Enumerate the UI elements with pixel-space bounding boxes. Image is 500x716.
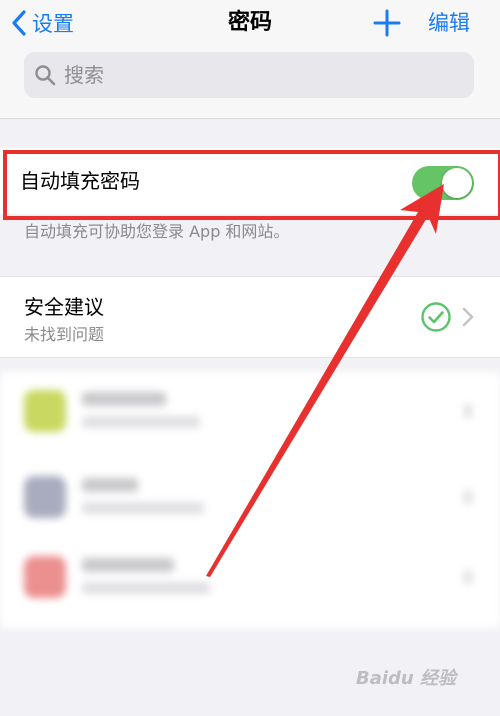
- chevron-right-icon: [462, 307, 474, 327]
- blurred-password-list: [0, 372, 500, 628]
- security-subtitle: 未找到问题: [24, 325, 105, 344]
- autofill-label: 自动填充密码: [20, 169, 140, 193]
- site-icon: [24, 390, 66, 432]
- account-placeholder: [82, 502, 204, 514]
- search-input[interactable]: [62, 62, 446, 88]
- list-item: [0, 458, 500, 538]
- autofill-passwords-row: 自动填充密码: [0, 148, 500, 214]
- account-placeholder: [82, 582, 210, 594]
- navigation-bar: 设置 密码 编辑: [0, 0, 500, 46]
- watermark: Baidu 经验: [356, 668, 457, 689]
- search-icon: [35, 65, 56, 86]
- toggle-knob: [442, 168, 472, 198]
- autofill-toggle[interactable]: [412, 166, 474, 200]
- search-bar[interactable]: [24, 52, 474, 98]
- list-item: [0, 372, 500, 452]
- site-icon: [24, 556, 66, 598]
- site-icon: [24, 476, 66, 518]
- chevron-right-icon: [464, 490, 472, 504]
- chevron-right-icon: [464, 570, 472, 584]
- security-recommendations-row[interactable]: 安全建议 未找到问题: [0, 276, 500, 358]
- chevron-right-icon: [464, 404, 472, 418]
- security-title: 安全建议: [24, 295, 104, 319]
- account-placeholder: [82, 416, 200, 428]
- site-name-placeholder: [82, 558, 174, 572]
- page-title: 密码: [227, 10, 272, 35]
- checkmark-circle-icon: [421, 302, 451, 332]
- search-section: [0, 46, 500, 119]
- site-name-placeholder: [82, 392, 166, 406]
- edit-button[interactable]: 编辑: [428, 6, 470, 40]
- autofill-footnote: 自动填充可协助您登录 App 和网站。: [24, 222, 290, 241]
- plus-icon[interactable]: [372, 8, 402, 38]
- site-name-placeholder: [82, 478, 138, 492]
- list-item: [0, 538, 500, 618]
